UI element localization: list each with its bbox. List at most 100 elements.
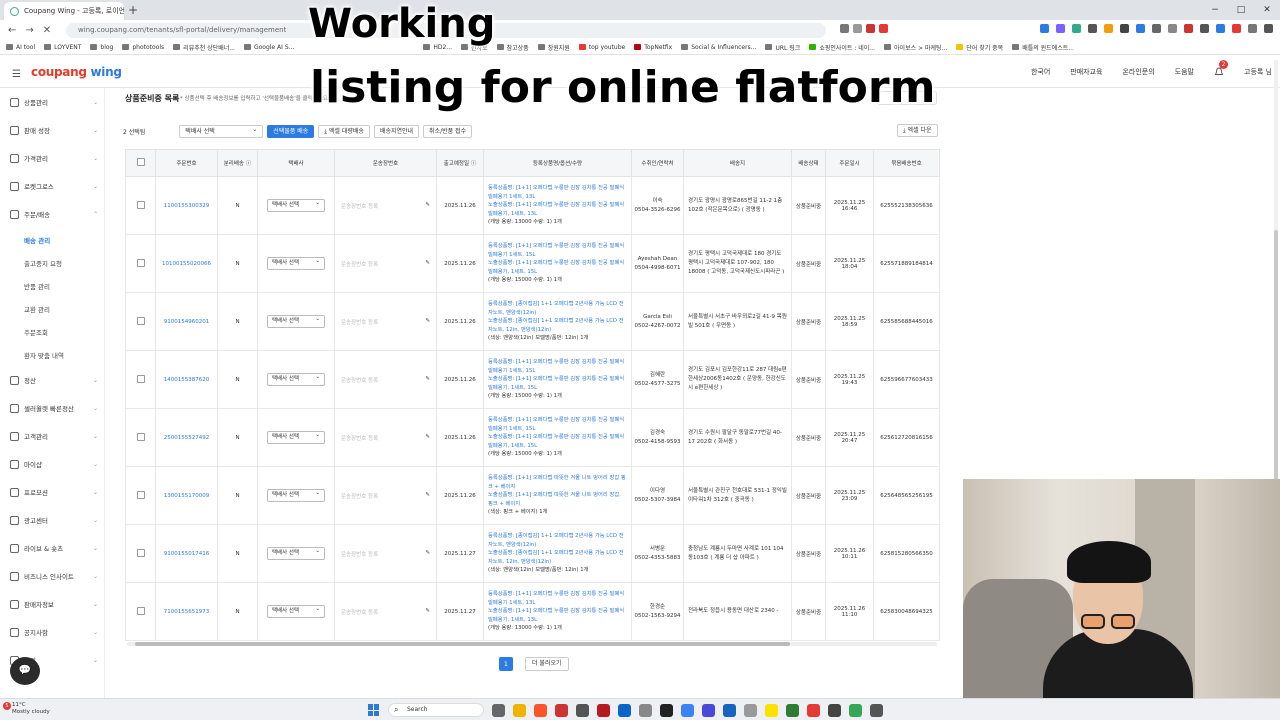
exposure-name[interactable]: 노출상품명: [1+1] 오메다랩 누룽판 김장 김치통 진공 밀폐식 밀폐용기…: [488, 433, 627, 450]
extension-icon[interactable]: [1136, 24, 1145, 33]
sidebar-item-insights[interactable]: 비즈니스 인사이트 ⌄: [10, 569, 98, 583]
edit-pen-icon[interactable]: ✎: [425, 260, 430, 268]
sidebar-subitem-custom[interactable]: 환자 맞춤 내역: [24, 350, 64, 360]
sidebar-item-seller-wallet[interactable]: 셀러월렛 빠른정산 ⌄: [10, 401, 98, 415]
table-row[interactable]: 2500155527492 N 택배사 선택 운송장번호 등록 ✎ 2025.11.26등…: [125, 408, 940, 467]
taskview-icon[interactable]: [492, 703, 505, 717]
product-name[interactable]: 등록상품명: [1+1] 오메다랩 누룽판 김장 김치통 진공 밀폐식 밀폐용기…: [488, 358, 627, 375]
bookmark[interactable]: 참고상품: [496, 43, 529, 52]
extension-icon[interactable]: [840, 24, 849, 33]
column-header[interactable]: 출고예정일 ⓘ: [436, 149, 484, 177]
online-inquiry-link[interactable]: 온라인문의: [1122, 67, 1154, 77]
extension-icon[interactable]: [1040, 24, 1049, 33]
stop-icon[interactable]: ✕: [43, 25, 51, 36]
extension-icon[interactable]: [1232, 24, 1241, 33]
carrier-select[interactable]: 택배사 선택: [267, 372, 325, 386]
load-more-button[interactable]: 더 불러오기: [525, 657, 569, 671]
edit-pen-icon[interactable]: ✎: [425, 492, 430, 500]
sidebar-item-notices[interactable]: 공지사항 ⌄: [10, 625, 98, 639]
exposure-name[interactable]: 노출상품명: [1+1] 오메다랩 누룽판 김장 김치통 진공 밀폐식 밀폐용기…: [488, 259, 627, 276]
bookmark[interactable]: 배틀의 윈드에스트...: [1012, 43, 1074, 52]
close-window-button[interactable]: ✕: [1254, 0, 1280, 20]
minimize-button[interactable]: −: [1202, 0, 1228, 20]
app-icon[interactable]: [597, 703, 610, 717]
carrier-select[interactable]: 택배사 선택: [267, 314, 325, 328]
sidebar-item-rocket-growth[interactable]: 로켓그로스 ⌄: [10, 179, 98, 193]
delay-notice-button[interactable]: 배송지연안내: [373, 124, 420, 138]
column-header[interactable]: 주문번호: [155, 149, 218, 177]
notification-bell-icon[interactable]: 2: [1214, 60, 1228, 77]
tracking-input[interactable]: 운송장번호 등록: [341, 318, 378, 326]
tracking-input[interactable]: 운송장번호 등록: [341, 434, 378, 442]
sidebar-item-pricing[interactable]: 가격관리 ⌄: [10, 151, 98, 165]
app-icon[interactable]: [639, 703, 652, 717]
browser-tab[interactable]: Coupang Wing - 고등록, 로이언 ×: [4, 2, 124, 20]
help-link[interactable]: 도움말: [1175, 67, 1194, 77]
exposure-name[interactable]: 노출상품명: [1+1] 오메다랩 따뜻한 겨울 니트 벙어리 장갑, 핑크 +…: [488, 491, 627, 508]
bookmark[interactable]: 창원지원: [537, 43, 570, 52]
notion-icon[interactable]: [660, 703, 673, 717]
select-all-checkbox[interactable]: [136, 158, 145, 166]
extension-icon[interactable]: [1264, 24, 1273, 33]
product-name[interactable]: 등록상품명: [종이접김] 1+1 오메다랩 2년사용 가능 LCD 전자노트,…: [488, 300, 627, 317]
extension-icon[interactable]: [866, 24, 875, 33]
bookmark[interactable]: Social & Influencers...: [681, 44, 756, 51]
order-number-link[interactable]: 1100155300329: [164, 203, 210, 209]
table-row[interactable]: 1400155387620 N 택배사 선택 운송장번호 등록 ✎ 2025.11.26등…: [125, 350, 940, 409]
bookmark[interactable]: 쇼핑인사이트 : 네이...: [809, 43, 875, 52]
row-checkbox[interactable]: [136, 432, 145, 441]
chat-button[interactable]: 💬: [10, 657, 40, 685]
seller-education-link[interactable]: 판매자교육: [1070, 67, 1102, 77]
row-checkbox[interactable]: [136, 490, 145, 499]
coupang-wing-logo[interactable]: coupang wing: [31, 65, 122, 79]
kakao-icon[interactable]: [765, 703, 778, 717]
carrier-select[interactable]: 택배사 선택: [267, 546, 325, 560]
exposure-name[interactable]: 노출상품명: [1+1] 오메다랩 누룽판 김장 김치통 진공 밀폐식 밀폐용기…: [488, 375, 627, 392]
exposure-name[interactable]: 노출상품명: [1+1] 오메다랩 누룽판 김장 김치통 진공 밀폐식 밀폐용기…: [488, 201, 627, 218]
extension-icon[interactable]: [1088, 24, 1097, 33]
bookmark[interactable]: top youtube: [578, 44, 625, 51]
column-header[interactable]: 배송지: [683, 149, 792, 177]
sidebar-item-orders[interactable]: 주문/배송 ⌃: [10, 207, 98, 221]
product-name[interactable]: 등록상품명: [1+1] 오메다랩 누룽판 김장 김치통 진공 밀폐식 밀폐용기…: [488, 184, 627, 201]
row-checkbox[interactable]: [136, 548, 145, 557]
taskbar-search[interactable]: Search: [388, 703, 484, 717]
bookmark[interactable]: AI tool: [6, 44, 35, 51]
product-name[interactable]: 등록상품명: [1+1] 오메다랩 누룽판 김장 김치통 진공 밀폐식 밀폐용기…: [488, 242, 627, 259]
product-name[interactable]: 등록상품명: [종이접김] 1+1 오메다랩 2년사용 가능 LCD 전자노트,…: [488, 532, 627, 549]
row-checkbox[interactable]: [136, 316, 145, 325]
app-icon[interactable]: [576, 703, 589, 717]
tracking-input[interactable]: 운송장번호 등록: [341, 202, 378, 210]
menu-icon[interactable]: ☰: [12, 69, 21, 80]
column-header[interactable]: 배송상태: [791, 149, 826, 177]
sidebar-subitem-returns[interactable]: 반품 관리: [24, 281, 50, 291]
edit-pen-icon[interactable]: ✎: [425, 202, 430, 210]
excel-bulk-ship-button[interactable]: ⤓ 엑셀 대량배송: [318, 124, 370, 138]
carrier-select[interactable]: 택배사 선택: [267, 430, 325, 444]
new-tab-button[interactable]: +: [128, 3, 138, 17]
tracking-input[interactable]: 운송장번호 등록: [341, 608, 378, 616]
order-number-link[interactable]: 2500155527492: [164, 435, 210, 441]
bookmark[interactable]: blog: [90, 44, 113, 51]
column-header[interactable]: 등록상품명/옵션/수량: [483, 149, 632, 177]
row-checkbox[interactable]: [136, 200, 145, 209]
sidebar-item-seller-info[interactable]: 판매자정보 ⌄: [10, 597, 98, 611]
extension-icon[interactable]: [1184, 24, 1193, 33]
exposure-name[interactable]: 노출상품명: [1+1] 오메다랩 누룽판 김장 김치통 진공 밀폐식 밀폐용기…: [488, 607, 627, 624]
edit-pen-icon[interactable]: ✎: [425, 608, 430, 616]
sidebar-item-settlement[interactable]: 정산 ⌄: [10, 373, 98, 387]
table-row[interactable]: 10100155020066 N 택배사 선택 운송장번호 등록 ✎ 2025.11.26…: [125, 234, 940, 293]
sidebar-item-growth[interactable]: 판매 성장 ⌄: [10, 123, 98, 137]
table-row[interactable]: 7100155651973 N 택배사 선택 운송장번호 등록 ✎ 2025.11.27등…: [125, 582, 940, 641]
sidebar-item-myshop[interactable]: 마이샵 ⌄: [10, 457, 98, 471]
app-icon[interactable]: [870, 703, 883, 717]
order-number-link[interactable]: 10100155020066: [162, 261, 211, 267]
product-name[interactable]: 등록상품명: [1+1] 오메다랩 누룽판 김장 김치통 진공 밀폐식 밀폐용기…: [488, 416, 627, 433]
brave-icon[interactable]: [534, 703, 547, 717]
table-row[interactable]: 1100155300329 N 택배사 선택 운송장번호 등록 ✎ 2025.11.26등…: [125, 176, 940, 235]
back-icon[interactable]: ←: [8, 25, 16, 36]
extension-icon[interactable]: [1104, 24, 1113, 33]
order-number-link[interactable]: 9100155017416: [164, 551, 210, 557]
sidebar-item-promotion[interactable]: 프로모션 ⌄: [10, 485, 98, 499]
extension-icon[interactable]: [879, 24, 888, 33]
